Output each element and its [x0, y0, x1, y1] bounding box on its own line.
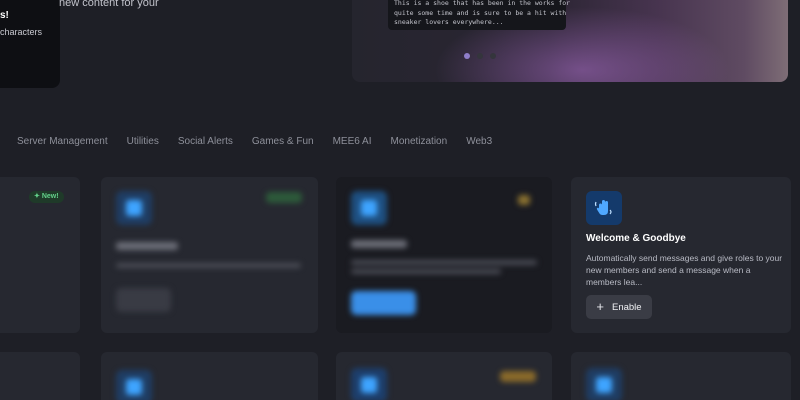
enable-button-label: Enable	[612, 301, 642, 313]
popup-text: characters	[0, 27, 43, 37]
tab-mee6-ai[interactable]: MEE6 AI	[333, 136, 372, 147]
plugin-card-8[interactable]	[571, 352, 791, 400]
carousel-dot-1[interactable]	[464, 53, 470, 59]
tab-utilities[interactable]: Utilities	[127, 136, 159, 147]
tab-server-management[interactable]: Server Management	[17, 136, 108, 147]
tab-games-fun[interactable]: Games & Fun	[252, 136, 314, 147]
plugin-card-3[interactable]	[336, 177, 552, 333]
tab-social-alerts[interactable]: Social Alerts	[178, 136, 233, 147]
new-badge-label: New!	[41, 193, 59, 200]
code-line: sneaker lovers everywhere...	[394, 18, 504, 26]
carousel-dot-3[interactable]	[490, 53, 496, 59]
plugin-card-5[interactable]	[0, 352, 80, 400]
plugin-icon	[116, 191, 152, 225]
card-title: Welcome & Goodbye	[586, 233, 686, 244]
plugin-icon	[351, 191, 387, 225]
new-badge: ✦ New!	[29, 191, 64, 203]
code-snippet-card: This is a shoe that has been in the work…	[388, 0, 571, 30]
welcome-goodbye-card[interactable]: Welcome & Goodbye Automatically send mes…	[571, 177, 791, 333]
popup-title: s!	[0, 10, 9, 21]
waving-hand-icon	[586, 191, 622, 225]
tooltip-popup: s! characters	[0, 0, 60, 88]
plugin-card-7[interactable]	[336, 352, 552, 400]
code-line: This is a shoe that has been in the work…	[394, 0, 571, 7]
plugin-card-2[interactable]	[101, 177, 318, 333]
code-line: quite some time and is sure to be a hit …	[394, 8, 567, 17]
plus-icon: +	[596, 299, 604, 314]
category-tabs: s Server Management Utilities Social Ale…	[0, 136, 492, 147]
enable-button[interactable]: + Enable	[586, 295, 652, 319]
hero-description: new content for your	[59, 0, 159, 9]
carousel-dot-2[interactable]	[477, 53, 483, 59]
card-description: Automatically send messages and give rol…	[586, 253, 783, 287]
carousel-dots	[464, 53, 496, 59]
tab-web3[interactable]: Web3	[466, 136, 492, 147]
plugin-card-6[interactable]	[101, 352, 318, 400]
tab-monetization[interactable]: Monetization	[390, 136, 447, 147]
